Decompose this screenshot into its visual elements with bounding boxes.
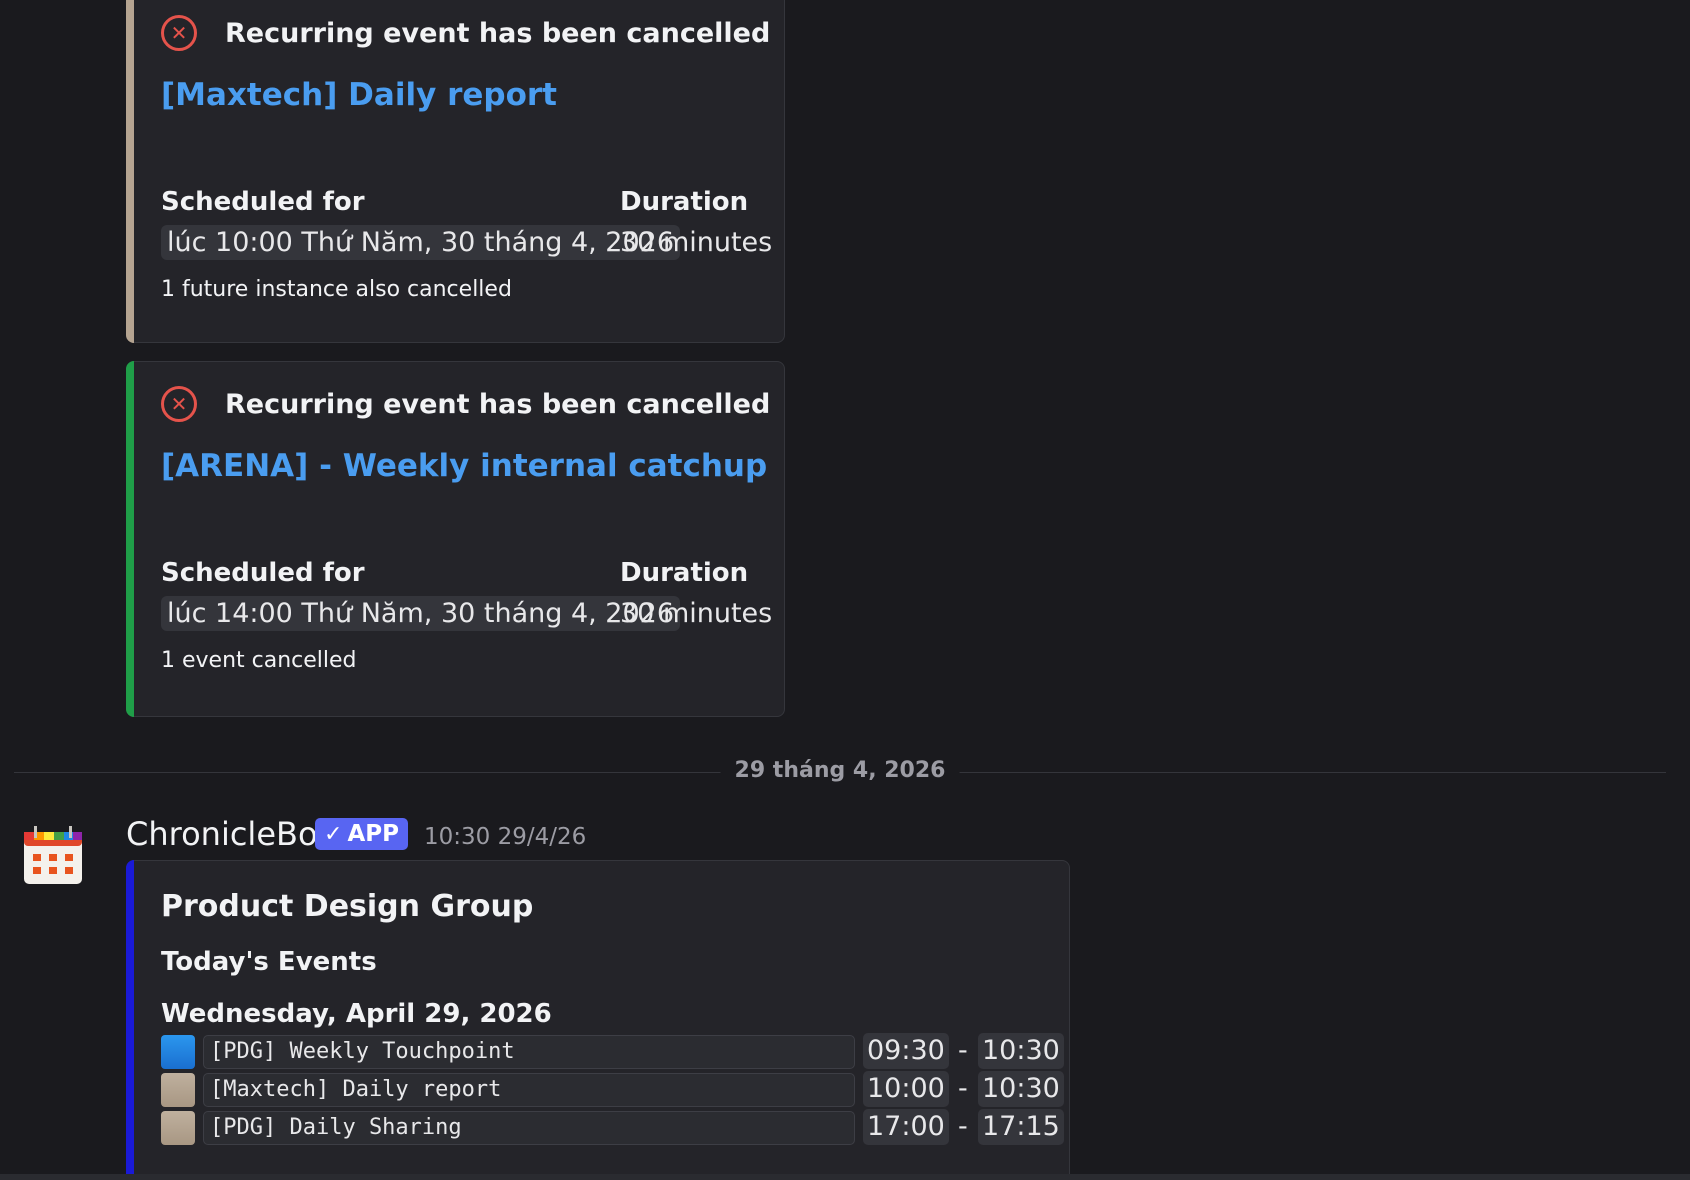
event-end-time[interactable]: 10:30 (978, 1071, 1064, 1107)
scheduled-label: Scheduled for (161, 187, 365, 217)
group-title: Product Design Group (161, 889, 534, 924)
event-start-time[interactable]: 17:00 (863, 1109, 949, 1145)
chat-view: ✕ Recurring event has been cancelled [Ma… (0, 0, 1690, 1180)
event-start-time[interactable]: 09:30 (863, 1033, 949, 1069)
cancel-note: 1 event cancelled (161, 648, 357, 673)
duration-label: Duration (620, 187, 749, 217)
scheduled-label: Scheduled for (161, 558, 365, 588)
date-divider-label: 29 tháng 4, 2026 (720, 758, 960, 783)
event-color-swatch (161, 1111, 195, 1145)
cancel-heading: Recurring event has been cancelled (225, 17, 771, 49)
x-circle-icon: ✕ (161, 386, 197, 422)
agenda-embed: Product Design Group Today's Events Wedn… (126, 860, 1070, 1180)
cancel-embed: ✕ Recurring event has been cancelled [Ma… (126, 0, 785, 343)
time-separator: - (958, 1111, 968, 1142)
scheduled-timestamp[interactable]: lúc 10:00 Thứ Năm, 30 tháng 4, 2026 (161, 225, 681, 260)
event-start-time[interactable]: 10:00 (863, 1071, 949, 1107)
event-name: [PDG] Daily Sharing (203, 1111, 855, 1145)
cancel-embed: ✕ Recurring event has been cancelled [AR… (126, 361, 785, 717)
event-color-swatch (161, 1035, 195, 1069)
app-badge-label: APP (347, 821, 399, 847)
duration-label: Duration (620, 558, 749, 588)
agenda-event-row: [Maxtech] Daily report 10:00 - 10:30 (161, 1071, 1064, 1109)
embed-accent-bar (126, 361, 134, 717)
cancel-note: 1 future instance also cancelled (161, 277, 512, 302)
embed-accent-bar (126, 860, 134, 1180)
event-color-swatch (161, 1073, 195, 1107)
cancel-header: ✕ Recurring event has been cancelled (161, 386, 770, 422)
agenda-event-row: [PDG] Weekly Touchpoint 09:30 - 10:30 (161, 1033, 1064, 1071)
author-name[interactable]: ChronicleBot (126, 815, 330, 853)
time-separator: - (958, 1073, 968, 1104)
bottom-border (0, 1174, 1690, 1180)
check-icon: ✓ (324, 821, 343, 847)
event-title-link[interactable]: [ARENA] - Weekly internal catchup (161, 448, 767, 484)
scheduled-timestamp[interactable]: lúc 14:00 Thứ Năm, 30 tháng 4, 2026 (161, 596, 681, 631)
app-badge: ✓ APP (315, 818, 408, 850)
time-separator: - (958, 1035, 968, 1066)
agenda-event-row: [PDG] Daily Sharing 17:00 - 17:15 (161, 1109, 1064, 1147)
event-title-link[interactable]: [Maxtech] Daily report (161, 77, 557, 113)
event-end-time[interactable]: 17:15 (978, 1109, 1064, 1145)
x-circle-icon: ✕ (161, 15, 197, 51)
duration-value: 30 minutes (620, 598, 773, 629)
event-name: [Maxtech] Daily report (203, 1073, 855, 1107)
message-timestamp[interactable]: 10:30 29/4/26 (424, 824, 586, 850)
cancel-header: ✕ Recurring event has been cancelled (161, 15, 770, 51)
embed-accent-bar (126, 0, 134, 343)
agenda-date: Wednesday, April 29, 2026 (161, 999, 552, 1029)
duration-value: 30 minutes (620, 227, 773, 258)
calendar-icon[interactable] (20, 822, 86, 888)
event-name: [PDG] Weekly Touchpoint (203, 1035, 855, 1069)
cancel-heading: Recurring event has been cancelled (225, 388, 771, 420)
event-end-time[interactable]: 10:30 (978, 1033, 1064, 1069)
section-title: Today's Events (161, 947, 377, 977)
